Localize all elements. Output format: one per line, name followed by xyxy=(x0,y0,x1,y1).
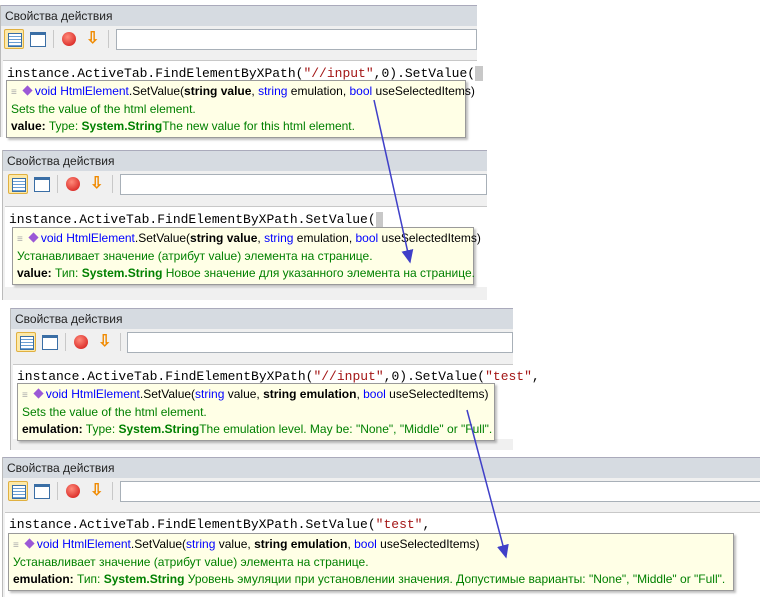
properties-view-button[interactable] xyxy=(16,332,36,352)
parameter-info: value: Type: System.StringThe new value … xyxy=(11,119,355,133)
arrow-down-icon: ⇩ xyxy=(86,30,100,47)
panel-title: Свойства действия xyxy=(3,150,487,171)
parameter-info: value: Тип: System.String Новое значение… xyxy=(17,266,475,280)
window-icon xyxy=(34,484,50,499)
toolbar-separator xyxy=(112,482,113,500)
toolbar-input[interactable] xyxy=(127,332,513,353)
arrow-down-icon: ⇩ xyxy=(98,333,112,350)
method-summary: Sets the value of the html element. xyxy=(22,405,207,419)
panel-title: Свойства действия xyxy=(11,308,513,329)
toolbar-input[interactable] xyxy=(120,174,487,195)
events-view-button[interactable] xyxy=(28,29,48,49)
events-view-button[interactable] xyxy=(32,174,52,194)
code-line: instance.ActiveTab.FindElementByXPath("/… xyxy=(7,66,483,81)
move-down-button[interactable]: ⇩ xyxy=(95,332,115,352)
arrow-down-icon: ⇩ xyxy=(90,175,104,192)
panel-title: Свойства действия xyxy=(3,457,760,478)
list-icon xyxy=(20,336,34,350)
toolbar: ⇩ xyxy=(1,27,477,53)
stop-button[interactable] xyxy=(63,174,83,194)
intellisense-tooltip: ≡ void HtmlElement.SetValue(string value,… xyxy=(12,227,481,285)
list-icon xyxy=(12,178,26,192)
list-icon xyxy=(8,33,22,47)
toolbar-separator xyxy=(120,333,121,351)
stop-icon xyxy=(62,32,76,46)
stop-icon xyxy=(66,484,80,498)
parameter-info: emulation: Тип: System.String Уровень эм… xyxy=(13,572,726,586)
code-line: instance.ActiveTab.FindElementByXPath("/… xyxy=(17,369,540,384)
properties-view-button[interactable] xyxy=(8,174,28,194)
method-signature: ≡ void HtmlElement.SetValue(string value,… xyxy=(11,84,475,98)
events-view-button[interactable] xyxy=(40,332,60,352)
toolbar: ⇩ xyxy=(11,330,513,356)
events-view-button[interactable] xyxy=(32,481,52,501)
code-line: instance.ActiveTab.FindElementByXPath.Se… xyxy=(9,517,431,532)
method-summary: Sets the value of the html element. xyxy=(11,102,196,116)
parameter-info: emulation: Type: System.StringThe emulat… xyxy=(22,422,493,436)
move-down-button[interactable]: ⇩ xyxy=(87,174,107,194)
toolbar: ⇩ xyxy=(3,172,487,198)
method-icon xyxy=(33,388,44,399)
toolbar-input[interactable] xyxy=(116,29,477,50)
toolbar-separator xyxy=(112,175,113,193)
toolbar: ⇩ xyxy=(3,479,760,505)
method-summary: Устанавливает значение (атрибут value) э… xyxy=(17,249,373,263)
code-line: instance.ActiveTab.FindElementByXPath.Se… xyxy=(9,212,384,227)
window-icon xyxy=(34,177,50,192)
stop-button[interactable] xyxy=(63,481,83,501)
properties-view-button[interactable] xyxy=(4,29,24,49)
move-down-button[interactable]: ⇩ xyxy=(87,481,107,501)
window-icon xyxy=(30,32,46,47)
stop-icon xyxy=(74,335,88,349)
method-icon xyxy=(28,232,39,243)
stop-icon xyxy=(66,177,80,191)
list-icon xyxy=(12,485,26,499)
toolbar-separator xyxy=(65,333,66,351)
method-icon xyxy=(22,85,33,96)
arrow-down-icon: ⇩ xyxy=(90,482,104,499)
window-icon xyxy=(42,335,58,350)
toolbar-input[interactable] xyxy=(120,481,760,502)
intellisense-tooltip: ≡ void HtmlElement.SetValue(string value,… xyxy=(6,80,475,138)
toolbar-separator xyxy=(108,30,109,48)
method-signature: ≡ void HtmlElement.SetValue(string value,… xyxy=(13,537,480,551)
move-down-button[interactable]: ⇩ xyxy=(83,29,103,49)
properties-view-button[interactable] xyxy=(8,481,28,501)
method-signature: ≡ void HtmlElement.SetValue(string value,… xyxy=(22,387,489,401)
method-signature: ≡ void HtmlElement.SetValue(string value,… xyxy=(17,231,481,245)
toolbar-separator xyxy=(57,482,58,500)
stop-button[interactable] xyxy=(59,29,79,49)
stop-button[interactable] xyxy=(71,332,91,352)
intellisense-tooltip: ≡ void HtmlElement.SetValue(string value,… xyxy=(8,533,734,591)
panel-title: Свойства действия xyxy=(1,5,477,26)
method-icon xyxy=(24,538,35,549)
toolbar-separator xyxy=(53,30,54,48)
toolbar-separator xyxy=(57,175,58,193)
method-summary: Устанавливает значение (атрибут value) э… xyxy=(13,555,369,569)
intellisense-tooltip: ≡ void HtmlElement.SetValue(string value,… xyxy=(17,383,495,441)
